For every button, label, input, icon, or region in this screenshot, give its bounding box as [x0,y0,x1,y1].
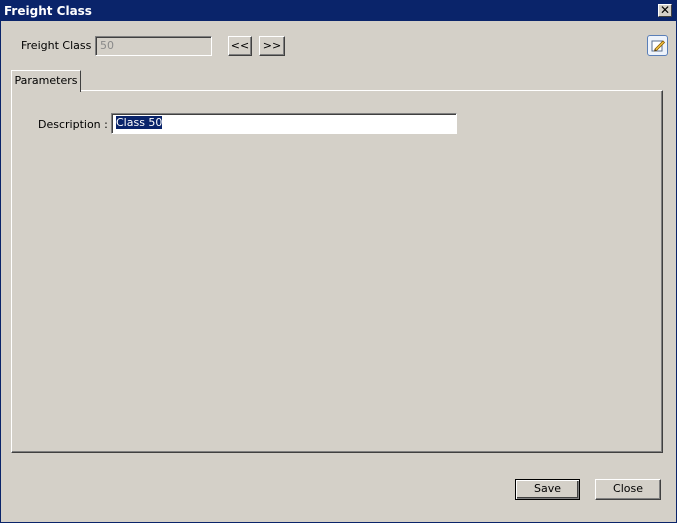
close-button[interactable]: Close [595,479,661,500]
tab-parameters[interactable]: Parameters [11,70,81,92]
save-button[interactable]: Save [515,479,580,500]
description-value: Class 50 [116,116,163,129]
title-bar: Freight Class ✕ [1,1,676,21]
freight-class-field: 50 [95,36,212,56]
edit-pencil-icon [651,40,666,52]
description-input[interactable]: Class 50 [111,113,457,134]
close-glyph: ✕ [659,3,671,17]
close-icon[interactable]: ✕ [658,4,672,17]
freight-class-window: Freight Class ✕ Freight Class : 50 << >>… [0,0,677,523]
window-title: Freight Class [4,4,92,18]
freight-class-label: Freight Class : [21,39,99,52]
description-label: Description : [38,118,108,131]
edit-button[interactable] [647,35,668,56]
tab-parameters-label: Parameters [14,74,78,87]
parameters-panel [11,90,663,453]
next-button[interactable]: >> [259,36,285,56]
previous-button[interactable]: << [228,36,252,56]
